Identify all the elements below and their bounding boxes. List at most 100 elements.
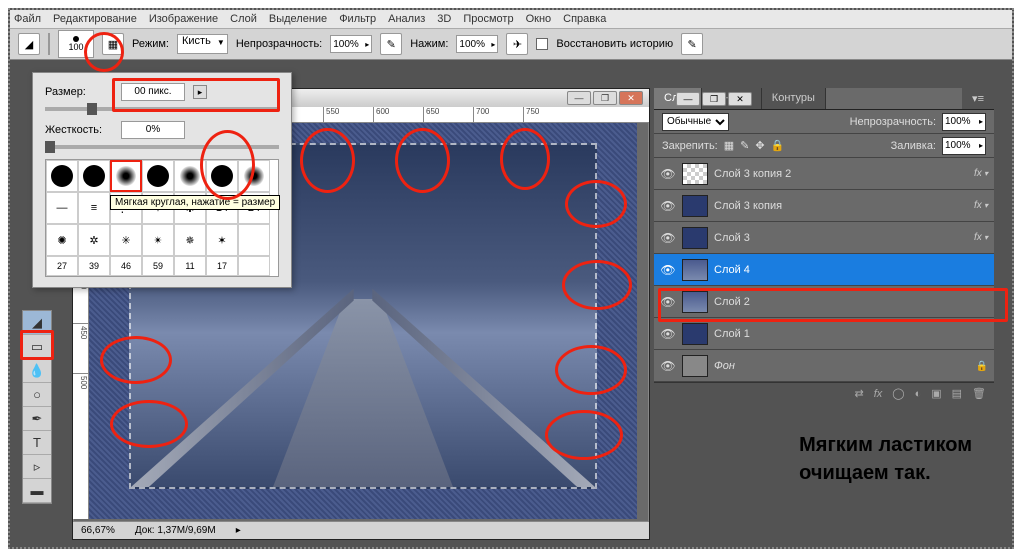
layer-row[interactable]: 👁 Слой 3 fx <box>654 222 994 254</box>
type-tool[interactable]: T <box>23 431 51 455</box>
brush-preset[interactable] <box>142 160 174 192</box>
brush-panel-toggle-icon[interactable]: ▦ <box>102 33 124 55</box>
layer-row[interactable]: 👁 Слой 4 <box>654 254 994 286</box>
doc-maximize-icon[interactable]: ❐ <box>593 91 617 105</box>
layer-thumbnail[interactable] <box>682 227 708 249</box>
lock-transparency-icon[interactable]: ▦ <box>724 139 734 152</box>
menu-analysis[interactable]: Анализ <box>388 13 425 25</box>
minimize-icon[interactable]: — <box>676 92 700 106</box>
brush-preset[interactable]: ✳ <box>110 224 142 256</box>
eraser-tool-icon[interactable]: ◢ <box>18 33 40 55</box>
size-value[interactable]: 00 пикс. <box>121 83 185 101</box>
menu-image[interactable]: Изображение <box>149 13 218 25</box>
menu-file[interactable]: Файл <box>14 13 41 25</box>
hardness-value[interactable]: 0% <box>121 121 185 139</box>
layer-row[interactable]: 👁 Слой 1 <box>654 318 994 350</box>
layer-thumbnail[interactable] <box>682 323 708 345</box>
maximize-icon[interactable]: ❐ <box>702 92 726 106</box>
layer-thumbnail[interactable] <box>682 259 708 281</box>
opacity-input[interactable]: 100% <box>330 35 372 53</box>
brush-preset[interactable] <box>174 160 206 192</box>
layer-thumbnail[interactable] <box>682 163 708 185</box>
visibility-icon[interactable]: 👁 <box>660 294 676 310</box>
delete-layer-icon[interactable]: 🗑 <box>972 387 986 400</box>
flow-input[interactable]: 100% <box>456 35 498 53</box>
brush-preview[interactable]: 100 <box>58 30 94 58</box>
layer-effects-icon[interactable]: fx <box>974 200 988 211</box>
popup-arrow-icon[interactable]: ▸ <box>193 85 207 99</box>
brush-preset[interactable] <box>46 160 78 192</box>
menu-edit[interactable]: Редактирование <box>53 13 137 25</box>
layer-name[interactable]: Слой 3 копия <box>714 200 968 212</box>
layer-name[interactable]: Слой 3 <box>714 232 968 244</box>
size-slider[interactable] <box>45 107 279 111</box>
erase-history-checkbox[interactable] <box>536 38 548 50</box>
layer-name[interactable]: Слой 1 <box>714 328 988 340</box>
layer-row[interactable]: 👁 Слой 3 копия 2 fx <box>654 158 994 190</box>
brush-preset[interactable]: ✲ <box>78 224 110 256</box>
layer-name[interactable]: Слой 3 копия 2 <box>714 168 968 180</box>
layer-opacity-input[interactable]: 100% <box>942 113 986 131</box>
doc-close-icon[interactable]: ✕ <box>619 91 643 105</box>
menu-layer[interactable]: Слой <box>230 13 257 25</box>
layer-name[interactable]: Слой 4 <box>714 264 988 276</box>
brush-preset[interactable]: — <box>46 192 78 224</box>
mode-select[interactable]: Кисть <box>177 34 228 54</box>
menu-3d[interactable]: 3D <box>437 13 451 25</box>
lock-all-icon[interactable]: 🔒 <box>771 139 785 152</box>
path-tool[interactable]: ▹ <box>23 455 51 479</box>
tablet-size-icon[interactable]: ✎ <box>681 33 703 55</box>
new-layer-icon[interactable]: ▤ <box>952 387 962 400</box>
brush-preset[interactable]: ≡ <box>78 192 110 224</box>
brush-preset[interactable] <box>238 224 270 256</box>
layer-row[interactable]: 👁 Слой 3 копия fx <box>654 190 994 222</box>
hardness-slider[interactable] <box>45 145 279 149</box>
layer-row[interactable]: 👁 Фон <box>654 350 994 382</box>
layer-style-icon[interactable]: fx <box>874 388 883 400</box>
blend-mode-select[interactable]: Обычные <box>662 113 729 131</box>
layer-row[interactable]: 👁Слой 2 <box>654 286 994 318</box>
panel-menu-icon[interactable]: ▾≡ <box>962 88 994 109</box>
visibility-icon[interactable]: 👁 <box>660 262 676 278</box>
menu-filter[interactable]: Фильтр <box>339 13 376 25</box>
close-icon[interactable]: ✕ <box>728 92 752 106</box>
visibility-icon[interactable]: 👁 <box>660 326 676 342</box>
layer-thumbnail[interactable] <box>682 291 708 313</box>
shape-tool[interactable]: ▬ <box>23 479 51 503</box>
visibility-icon[interactable]: 👁 <box>660 230 676 246</box>
layer-name[interactable]: Фон <box>714 360 970 372</box>
tablet-opacity-icon[interactable]: ✎ <box>380 33 402 55</box>
zoom-level[interactable]: 66,67% <box>81 525 115 536</box>
lock-pixels-icon[interactable]: ✎ <box>740 139 749 152</box>
visibility-icon[interactable]: 👁 <box>660 166 676 182</box>
menu-window[interactable]: Окно <box>526 13 552 25</box>
menu-view[interactable]: Просмотр <box>463 13 513 25</box>
brush-preset[interactable] <box>206 160 238 192</box>
fill-input[interactable]: 100% <box>942 137 986 155</box>
doc-minimize-icon[interactable]: — <box>567 91 591 105</box>
layer-mask-icon[interactable]: ◯ <box>892 387 904 400</box>
airbrush-icon[interactable]: ✈ <box>506 33 528 55</box>
adjustment-layer-icon[interactable]: ◐ <box>915 388 922 400</box>
brush-preset[interactable]: ✵ <box>174 224 206 256</box>
brush-preset[interactable]: ✴ <box>142 224 174 256</box>
layer-effects-icon[interactable]: fx <box>974 168 988 179</box>
brush-preset[interactable]: ✶ <box>206 224 238 256</box>
layer-thumbnail[interactable] <box>682 195 708 217</box>
gradient-tool[interactable]: ▭ <box>23 335 51 359</box>
tab-paths[interactable]: Контуры <box>762 88 826 109</box>
brush-preset[interactable]: ✺ <box>46 224 78 256</box>
eraser-tool[interactable]: ◢ <box>23 311 51 335</box>
brush-preset[interactable] <box>238 160 270 192</box>
visibility-icon[interactable]: 👁 <box>660 198 676 214</box>
blur-tool[interactable]: 💧 <box>23 359 51 383</box>
pen-tool[interactable]: ✒ <box>23 407 51 431</box>
brush-preset-selected[interactable] <box>110 160 142 192</box>
brush-preset[interactable] <box>78 160 110 192</box>
visibility-icon[interactable]: 👁 <box>660 358 676 374</box>
link-layers-icon[interactable]: ⇄ <box>854 387 863 400</box>
menu-help[interactable]: Справка <box>563 13 606 25</box>
layer-group-icon[interactable]: ▣ <box>931 387 941 400</box>
layer-effects-icon[interactable]: fx <box>974 232 988 243</box>
lock-position-icon[interactable]: ✥ <box>755 139 764 152</box>
